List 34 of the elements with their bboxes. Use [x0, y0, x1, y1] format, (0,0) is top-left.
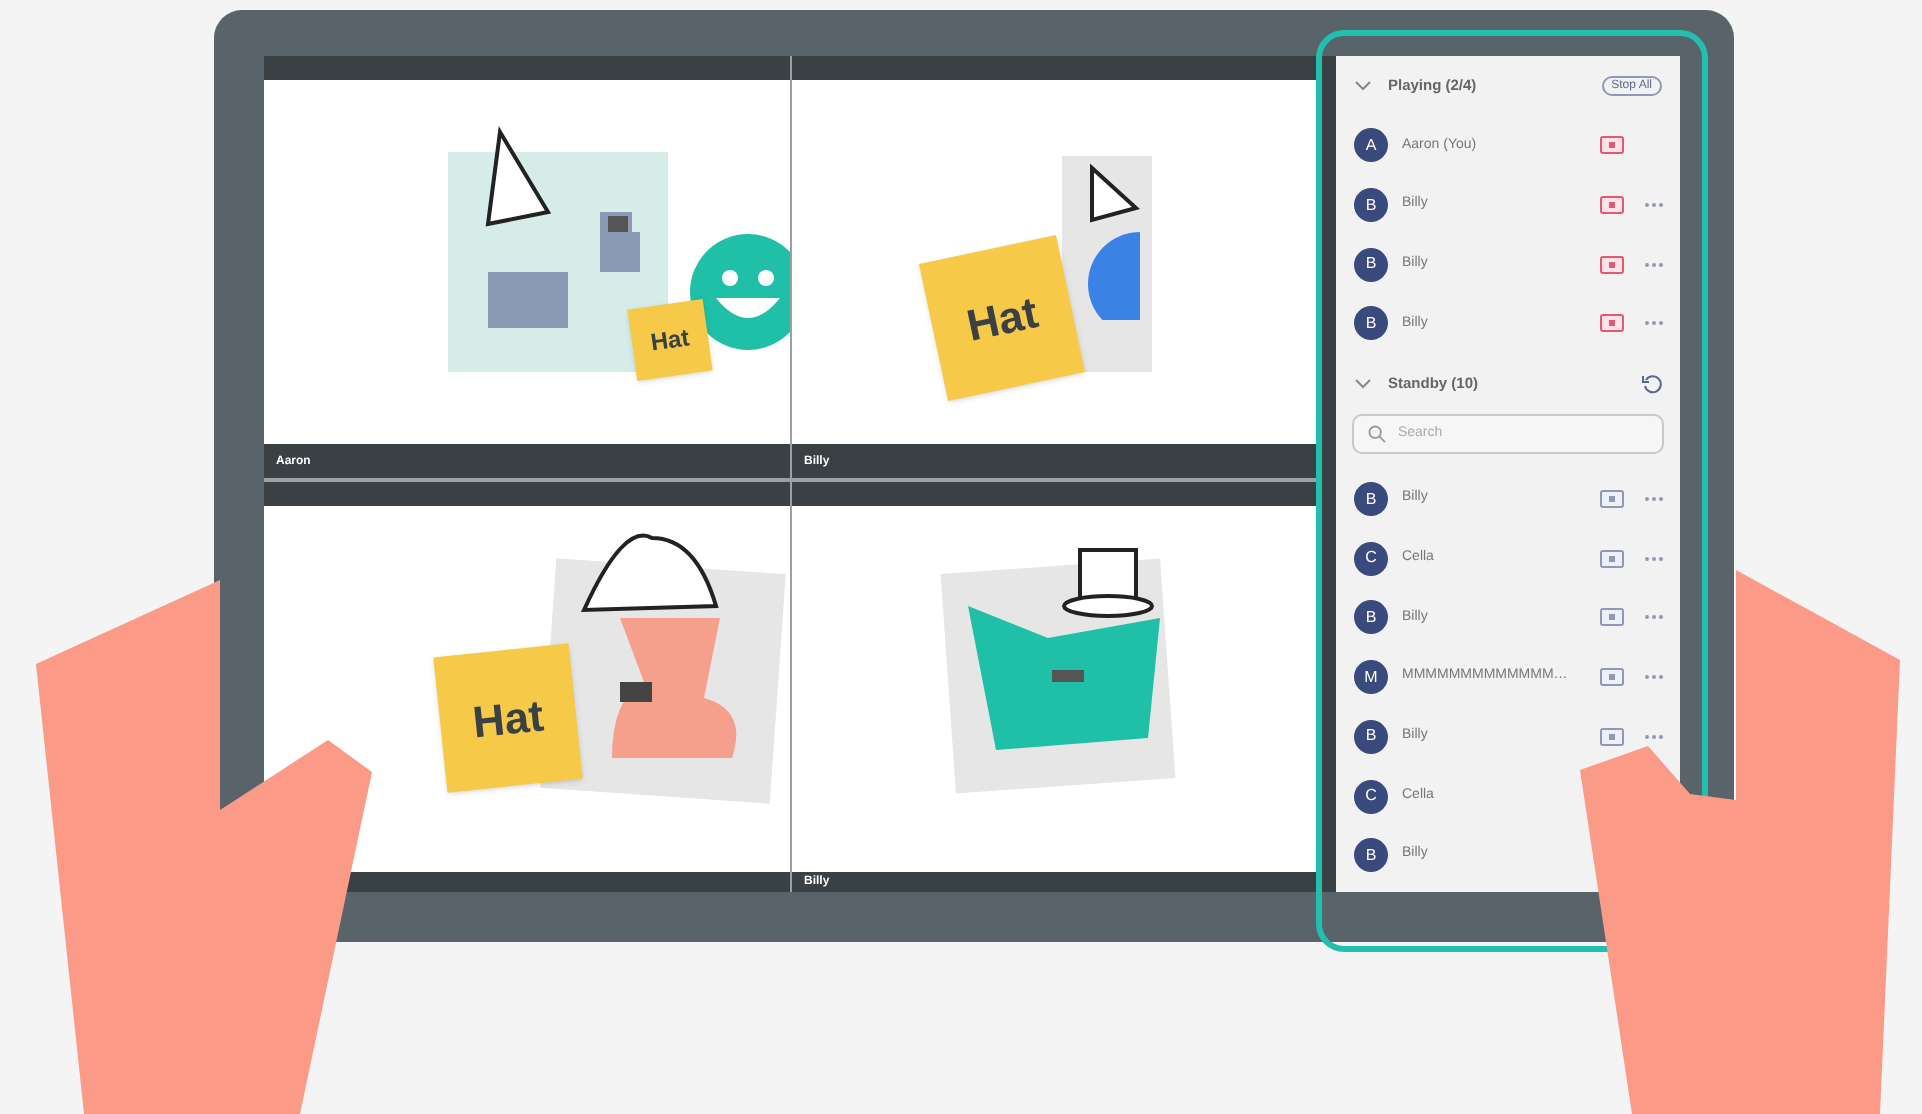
- hat-sticker: Hat: [919, 235, 1085, 401]
- avatar: B: [1354, 482, 1388, 517]
- chevron-down-icon[interactable]: [1354, 377, 1372, 390]
- screen-share-icon[interactable]: [1600, 136, 1624, 155]
- avatar: C: [1354, 779, 1388, 814]
- more-options-icon[interactable]: [1644, 496, 1664, 503]
- more-options-icon[interactable]: [1644, 555, 1664, 562]
- screen-share-icon[interactable]: [1600, 727, 1624, 746]
- avatar: C: [1354, 541, 1388, 576]
- search-icon: [1368, 423, 1386, 444]
- screen-share-icon[interactable]: [1600, 668, 1624, 687]
- avatar: A: [1354, 128, 1388, 163]
- screen-share-icon[interactable]: [1600, 255, 1624, 274]
- avatar: B: [1354, 247, 1388, 282]
- screen-share-icon[interactable]: [1600, 314, 1624, 333]
- more-options-icon[interactable]: [1644, 202, 1664, 209]
- screen-share-icon[interactable]: [1600, 608, 1624, 627]
- avatar: B: [1354, 306, 1388, 341]
- more-options-icon[interactable]: [1644, 614, 1664, 621]
- avatar: B: [1354, 838, 1388, 873]
- screen-share-icon[interactable]: [1600, 196, 1624, 215]
- more-options-icon[interactable]: [1644, 320, 1664, 327]
- avatar: B: [1354, 188, 1388, 223]
- screen-share-icon[interactable]: [1600, 490, 1624, 509]
- chevron-down-icon[interactable]: [1354, 80, 1372, 92]
- more-options-icon[interactable]: [1644, 261, 1664, 268]
- screen-share-icon[interactable]: [1600, 549, 1624, 568]
- avatar: B: [1354, 719, 1388, 754]
- more-options-icon[interactable]: [1644, 733, 1664, 740]
- refresh-icon[interactable]: [1642, 373, 1662, 394]
- more-options-icon[interactable]: [1644, 674, 1664, 681]
- hat-sticker: Hat: [433, 643, 583, 793]
- avatar: M: [1354, 660, 1388, 695]
- avatar: B: [1354, 600, 1388, 635]
